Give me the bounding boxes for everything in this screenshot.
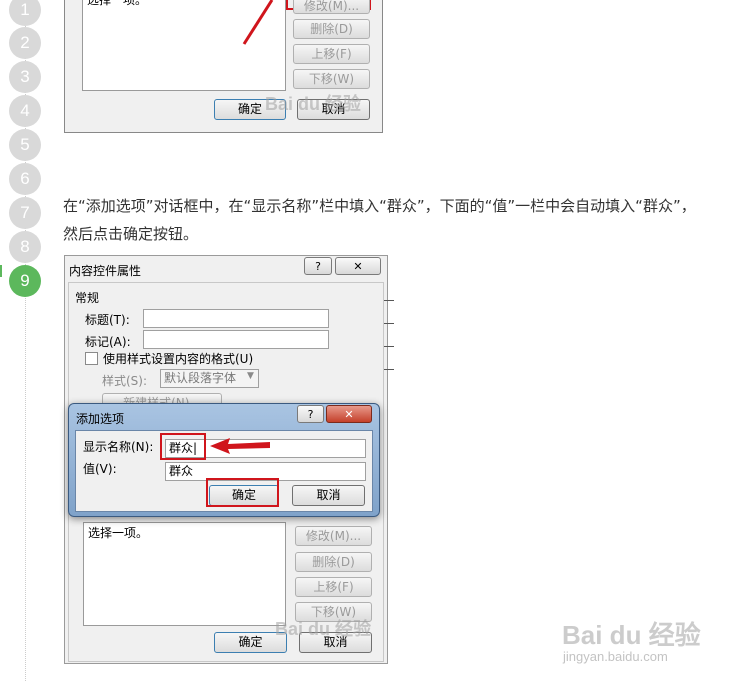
add-cancel-button[interactable]: 取消 <box>292 485 365 506</box>
divider <box>384 369 394 370</box>
ok-highlight <box>206 478 279 507</box>
step-7[interactable]: 7 <box>9 197 41 229</box>
value-label: 值(V): <box>83 462 117 476</box>
title-input[interactable] <box>143 309 329 328</box>
style-label: 样式(S): <box>102 374 148 388</box>
dialog-title: 内容控件属性 <box>69 264 142 278</box>
red-arrow-icon <box>242 0 274 45</box>
close-icon[interactable]: ✕ <box>326 405 372 423</box>
step-4[interactable]: 4 <box>9 95 41 127</box>
step-1[interactable]: 1 <box>9 0 41 26</box>
watermark-url: jingyan.baidu.com <box>563 649 668 664</box>
move-up-button[interactable]: 上移(F) <box>293 44 370 64</box>
step-3[interactable]: 3 <box>9 61 41 93</box>
list-item[interactable]: 选择一项。 <box>87 0 147 8</box>
red-arrow-left-icon <box>210 438 270 454</box>
step-8[interactable]: 8 <box>9 231 41 263</box>
tag-input[interactable] <box>143 330 329 349</box>
style-select[interactable]: 默认段落字体 <box>160 369 259 388</box>
watermark-small: Bai du 经验 <box>265 94 362 114</box>
watermark-small: Bai du 经验 <box>275 619 372 639</box>
step-9[interactable]: 9 <box>9 265 41 297</box>
step-6[interactable]: 6 <box>9 163 41 195</box>
display-name-highlight <box>160 433 206 460</box>
move-down-button[interactable]: 下移(W) <box>293 69 370 89</box>
watermark-logo: Bai du 经验 <box>562 620 701 650</box>
divider <box>384 323 394 324</box>
divider <box>384 300 394 301</box>
tag-label: 标记(A): <box>85 335 131 349</box>
section-general-heading: 常规 <box>75 291 100 305</box>
modify-button[interactable]: 修改(M)... <box>293 0 370 14</box>
use-style-checkbox[interactable] <box>85 352 98 365</box>
delete-button[interactable]: 删除(D) <box>295 552 372 572</box>
use-style-label: 使用样式设置内容的格式(U) <box>103 352 254 366</box>
title-label: 标题(T): <box>85 313 130 327</box>
instruction-text: 在“添加选项”对话框中，在“显示名称”栏中填入“群众”，下面的“值”一栏中会自动… <box>63 197 696 243</box>
help-icon[interactable]: ? <box>304 257 332 275</box>
display-name-label: 显示名称(N): <box>83 440 154 454</box>
divider <box>384 346 394 347</box>
add-dialog-title: 添加选项 <box>76 412 125 426</box>
close-icon[interactable]: ✕ <box>335 257 381 275</box>
modify-button[interactable]: 修改(M)... <box>295 526 372 546</box>
step-5[interactable]: 5 <box>9 129 41 161</box>
list-item[interactable]: 选择一项。 <box>88 524 148 541</box>
active-step-marker <box>0 265 8 277</box>
step-2[interactable]: 2 <box>9 27 41 59</box>
move-up-button[interactable]: 上移(F) <box>295 577 372 597</box>
help-icon[interactable]: ? <box>297 405 324 423</box>
delete-button[interactable]: 删除(D) <box>293 19 370 39</box>
chevron-down-icon: ▼ <box>247 371 254 381</box>
options-list[interactable]: 选择一项。 <box>83 522 286 626</box>
